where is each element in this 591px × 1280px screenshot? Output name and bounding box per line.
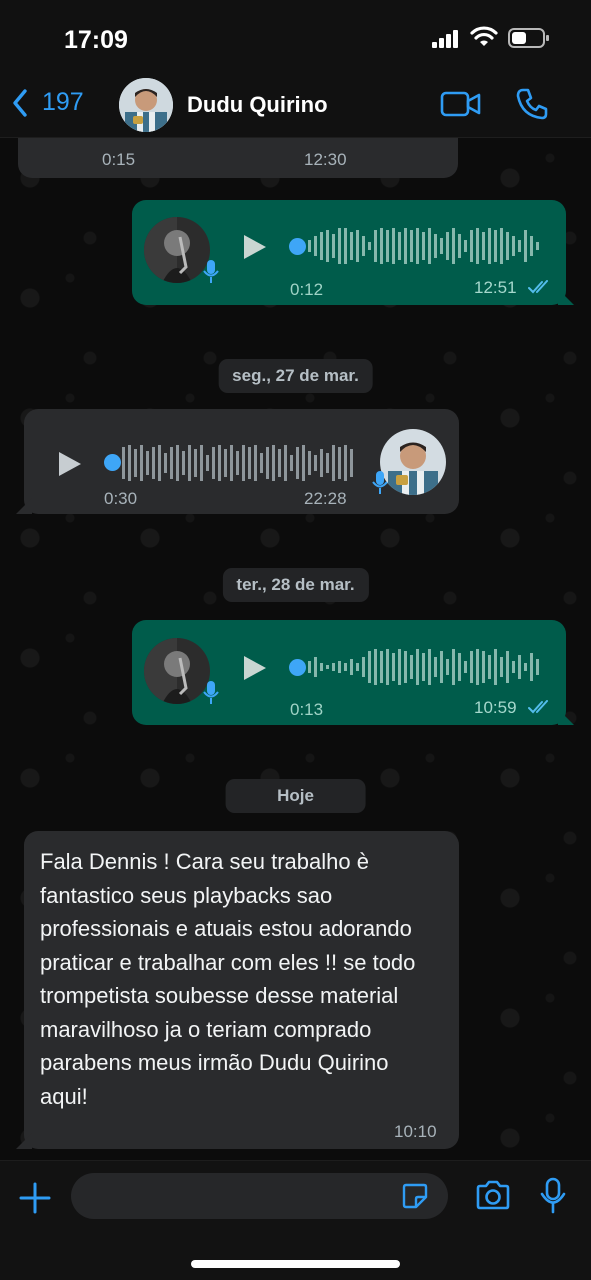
- microphone-icon[interactable]: [540, 1177, 566, 1215]
- message-input[interactable]: [71, 1173, 448, 1219]
- back-button[interactable]: 197: [12, 88, 84, 117]
- sender-avatar: [380, 429, 446, 495]
- contact-avatar[interactable]: [119, 78, 173, 132]
- plus-icon[interactable]: [18, 1181, 52, 1215]
- mic-icon: [203, 681, 219, 704]
- audio-duration: 0:13: [290, 700, 324, 719]
- playback-position-dot[interactable]: [104, 454, 121, 471]
- status-time: 17:09: [64, 26, 128, 54]
- sticker-icon[interactable]: [402, 1183, 428, 1209]
- person-photo-icon: [380, 429, 446, 495]
- person-photo-icon: [144, 638, 210, 704]
- audio-waveform: [122, 445, 353, 481]
- person-photo-icon: [119, 78, 173, 132]
- chevron-left-icon: [13, 88, 27, 117]
- person-photo-icon: [144, 217, 210, 283]
- home-indicator: [191, 1260, 400, 1268]
- message-time: 22:28: [304, 489, 347, 508]
- chat-area[interactable]: 0:15 12:30 0:12 12:51 seg., 27 de mar. 0…: [0, 138, 591, 1160]
- audio-duration: 0:12: [290, 280, 324, 299]
- date-separator: ter., 28 de mar.: [222, 568, 369, 602]
- signal-icon: [432, 30, 458, 48]
- play-icon[interactable]: [242, 233, 268, 261]
- audio-waveform: [308, 228, 539, 264]
- mic-icon: [203, 260, 219, 283]
- audio-message-incoming[interactable]: 0:15 12:30: [18, 138, 458, 178]
- audio-duration: 0:30: [104, 489, 138, 508]
- message-time: 10:59: [474, 698, 517, 717]
- audio-duration: 0:15: [102, 150, 136, 169]
- message-text: Fala Dennis ! Cara seu trabalho è fantas…: [40, 849, 416, 1109]
- message-time: 10:10: [394, 1122, 437, 1141]
- sender-avatar: [144, 638, 210, 704]
- playback-position-dot[interactable]: [289, 238, 306, 255]
- video-call-icon[interactable]: [440, 90, 482, 118]
- battery-icon: [508, 28, 549, 48]
- message-time: 12:51: [474, 278, 517, 297]
- play-icon[interactable]: [57, 450, 83, 478]
- audio-message-outgoing[interactable]: 0:13 10:59: [132, 620, 566, 725]
- chat-header: 197 Dudu Quirino: [0, 78, 591, 138]
- status-bar: 17:09: [0, 0, 591, 78]
- read-ticks-icon: [528, 700, 548, 714]
- date-separator: seg., 27 de mar.: [218, 359, 373, 393]
- date-separator: Hoje: [225, 779, 366, 813]
- contact-name[interactable]: Dudu Quirino: [187, 92, 328, 118]
- message-time: 12:30: [304, 150, 347, 169]
- playback-position-dot[interactable]: [289, 659, 306, 676]
- audio-waveform: [308, 649, 539, 685]
- sender-avatar: [144, 217, 210, 283]
- audio-message-outgoing[interactable]: 0:12 12:51: [132, 200, 566, 305]
- text-message-incoming[interactable]: Fala Dennis ! Cara seu trabalho è fantas…: [24, 831, 459, 1149]
- read-ticks-icon: [528, 280, 548, 294]
- play-icon[interactable]: [242, 654, 268, 682]
- back-count: 197: [42, 88, 84, 116]
- audio-message-incoming[interactable]: 0:30 22:28: [24, 409, 459, 514]
- camera-icon[interactable]: [475, 1180, 511, 1210]
- phone-call-icon[interactable]: [515, 87, 549, 121]
- wifi-icon: [470, 26, 498, 46]
- mic-icon: [372, 471, 388, 494]
- message-composer: [0, 1160, 591, 1280]
